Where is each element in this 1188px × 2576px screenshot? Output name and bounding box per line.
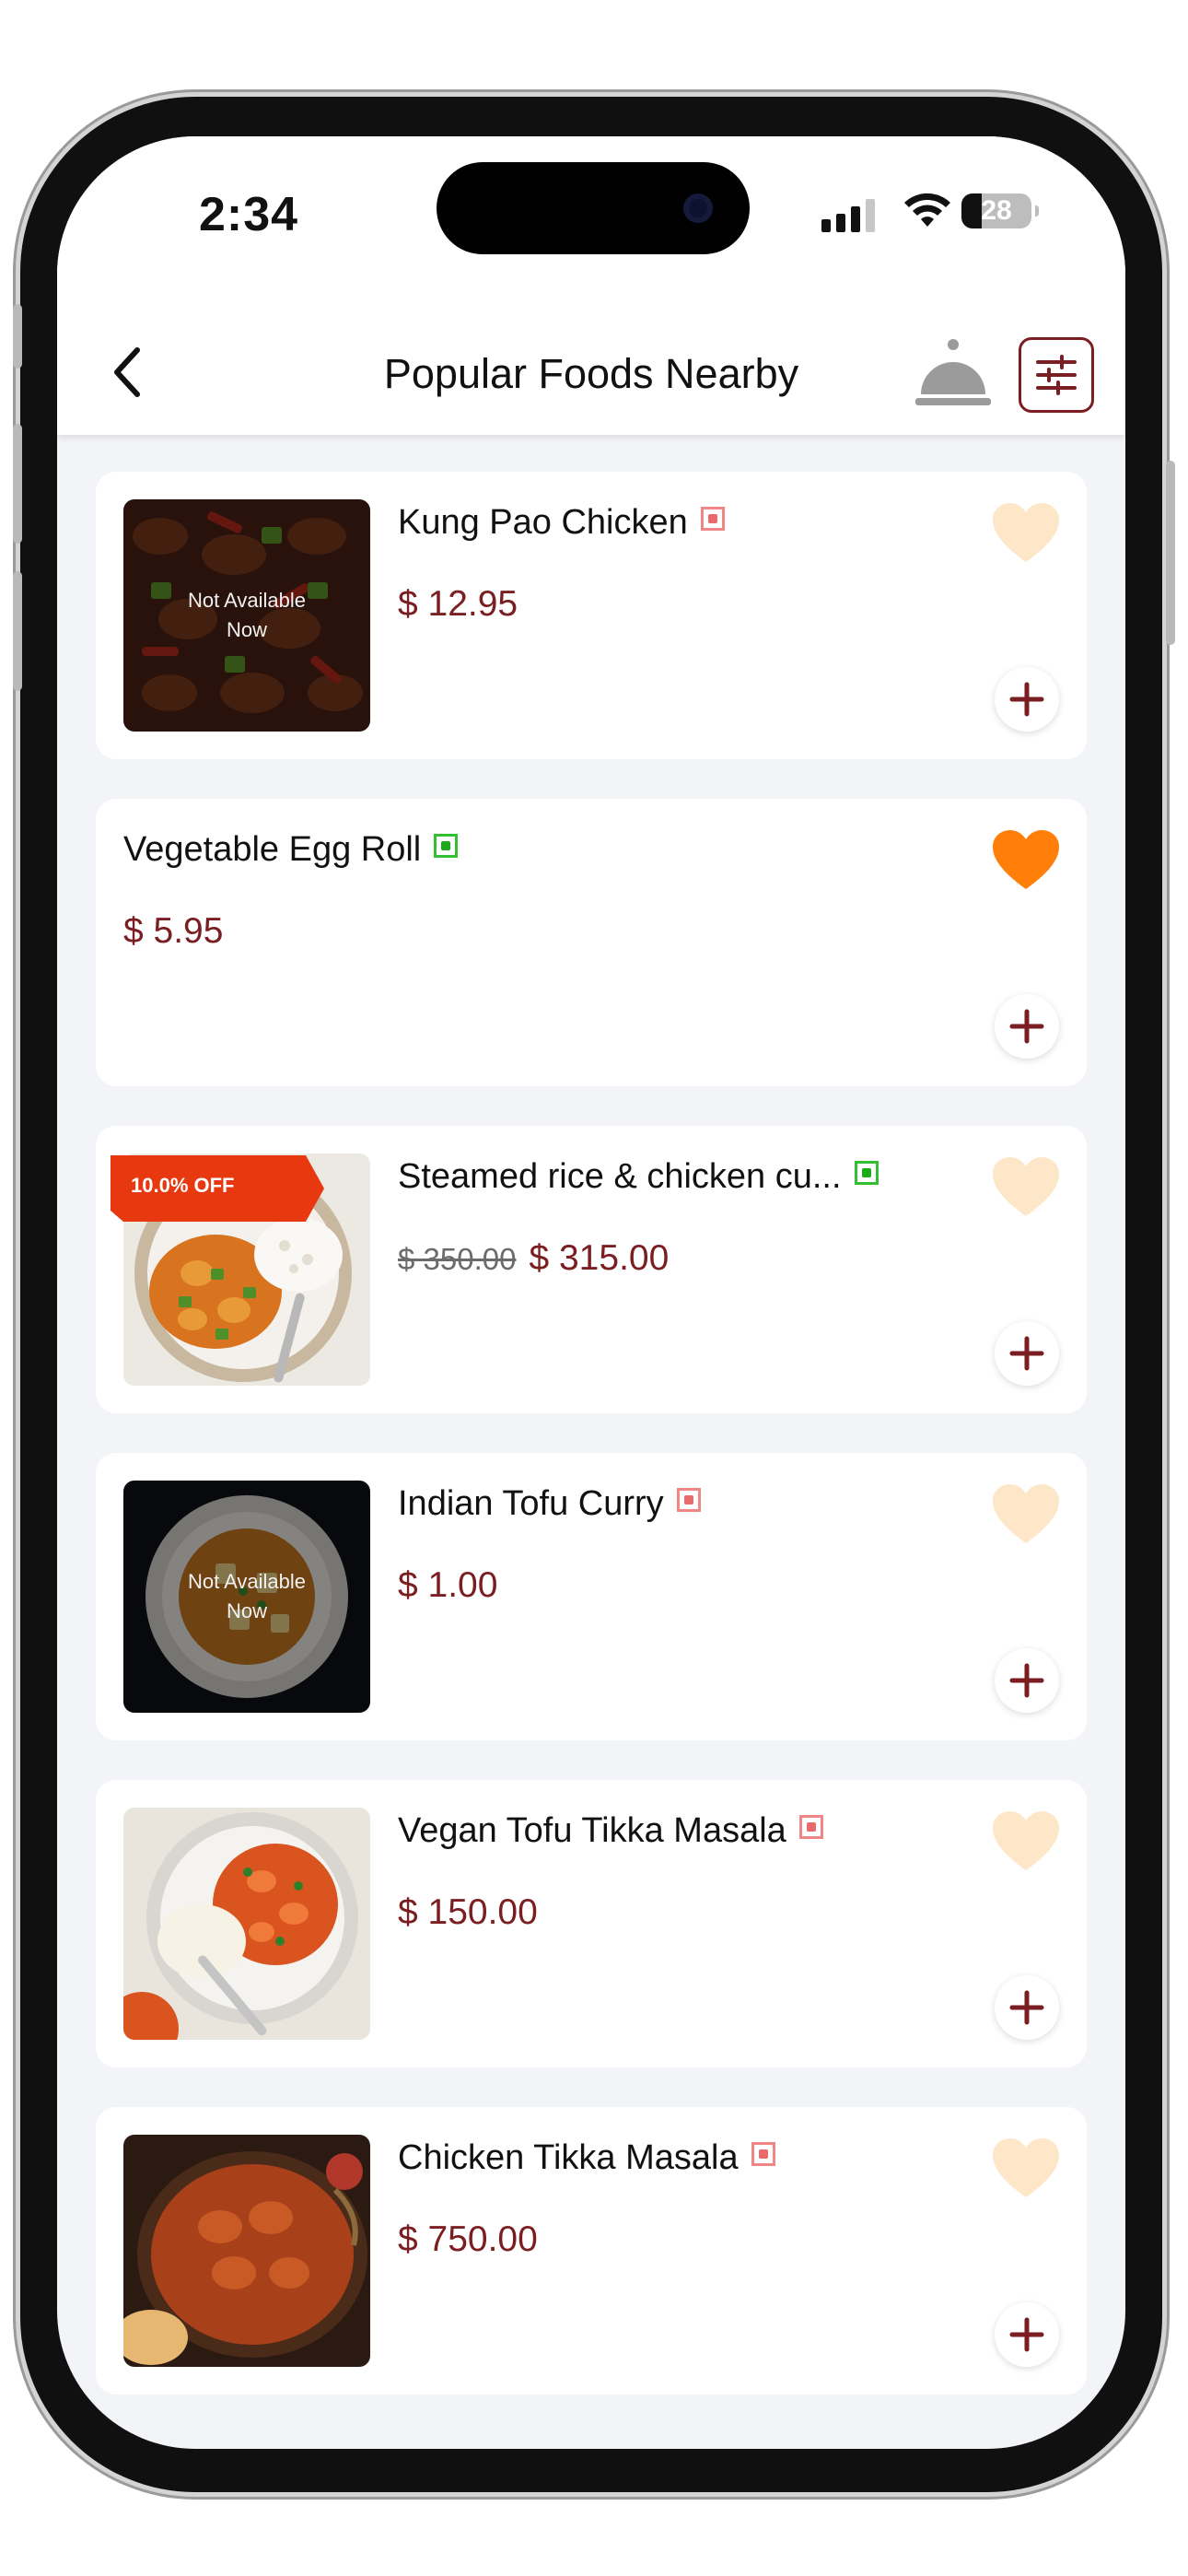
plus-icon [1009, 1009, 1044, 1044]
food-name: Indian Tofu Curry [398, 1484, 701, 1524]
plus-icon [1009, 682, 1044, 717]
add-to-cart-button[interactable] [995, 667, 1059, 732]
phone-side-button [13, 571, 22, 691]
food-price: $ 150.00 [398, 1892, 538, 1932]
plus-icon [1009, 1663, 1044, 1698]
plus-icon [1009, 1990, 1044, 2025]
status-time: 2:34 [199, 188, 299, 241]
top-app-bar: Popular Foods Nearby [57, 311, 1125, 435]
not-available-overlay: Not Available Now [123, 1481, 370, 1713]
food-image: Not Available Now [123, 499, 370, 732]
phone-side-button [1166, 461, 1175, 645]
non-veg-indicator-icon [751, 2142, 775, 2166]
cloche-icon [915, 339, 991, 405]
wifi-icon [904, 193, 950, 227]
non-veg-indicator-icon [798, 1815, 823, 1839]
phone-side-button [13, 424, 22, 544]
non-veg-indicator-icon [700, 507, 725, 531]
food-price: $ 5.95 [123, 911, 224, 951]
battery-icon: 28 [961, 193, 1039, 228]
discount-badge: 10.0% OFF [111, 1155, 324, 1222]
phone-side-button [13, 304, 22, 369]
food-card[interactable]: Not Available Now Kung Pao Chicken $ 12.… [96, 472, 1087, 759]
food-price: $ 350.00 $ 315.00 [398, 1238, 669, 1279]
add-to-cart-button[interactable] [995, 1648, 1059, 1713]
food-name: Steamed rice & chicken cu... [398, 1157, 879, 1197]
food-name: Vegan Tofu Tikka Masala [398, 1811, 823, 1851]
food-image: Not Available Now [123, 1481, 370, 1713]
battery-level: 28 [981, 195, 1012, 226]
food-image [123, 1808, 370, 2040]
cloche-button[interactable] [912, 332, 995, 415]
food-name: Vegetable Egg Roll [123, 830, 459, 870]
food-card[interactable]: Vegetable Egg Roll $ 5.95 [96, 799, 1087, 1086]
food-name: Kung Pao Chicken [398, 503, 725, 543]
cellular-signal-icon [821, 199, 880, 232]
food-card[interactable]: Chicken Tikka Masala $ 750.00 [96, 2107, 1087, 2395]
food-price: $ 1.00 [398, 1565, 498, 1605]
veg-indicator-icon [854, 1161, 879, 1185]
discounted-price: $ 315.00 [529, 1238, 670, 1278]
food-price: $ 12.95 [398, 584, 518, 624]
food-price: $ 750.00 [398, 2219, 538, 2259]
food-image [123, 2135, 370, 2367]
plus-icon [1009, 2317, 1044, 2352]
heart-icon[interactable] [991, 501, 1061, 566]
heart-icon[interactable] [991, 1155, 1061, 1220]
add-to-cart-button[interactable] [995, 2302, 1059, 2367]
food-card[interactable]: 10.0% OFF Steamed rice & chicken cu... $… [96, 1126, 1087, 1413]
add-to-cart-button[interactable] [995, 1975, 1059, 2040]
add-to-cart-button[interactable] [995, 1321, 1059, 1386]
food-name: Chicken Tikka Masala [398, 2138, 775, 2178]
heart-icon[interactable] [991, 1809, 1061, 1874]
app-screen: 2:34 28 Popular Foods Nearby Not Availab… [57, 136, 1125, 2449]
filter-button[interactable] [1019, 337, 1094, 413]
non-veg-indicator-icon [676, 1488, 701, 1512]
veg-indicator-icon [434, 834, 459, 858]
heart-icon[interactable] [991, 2137, 1061, 2201]
original-price: $ 350.00 [398, 1242, 517, 1276]
sliders-icon [1036, 355, 1077, 395]
food-card[interactable]: Vegan Tofu Tikka Masala $ 150.00 [96, 1780, 1087, 2067]
heart-icon[interactable] [991, 828, 1061, 893]
dynamic-island [437, 162, 750, 254]
food-card[interactable]: Not Available Now Indian Tofu Curry $ 1.… [96, 1453, 1087, 1740]
not-available-overlay: Not Available Now [123, 499, 370, 732]
heart-icon[interactable] [991, 1482, 1061, 1547]
add-to-cart-button[interactable] [995, 994, 1059, 1059]
plus-icon [1009, 1336, 1044, 1371]
